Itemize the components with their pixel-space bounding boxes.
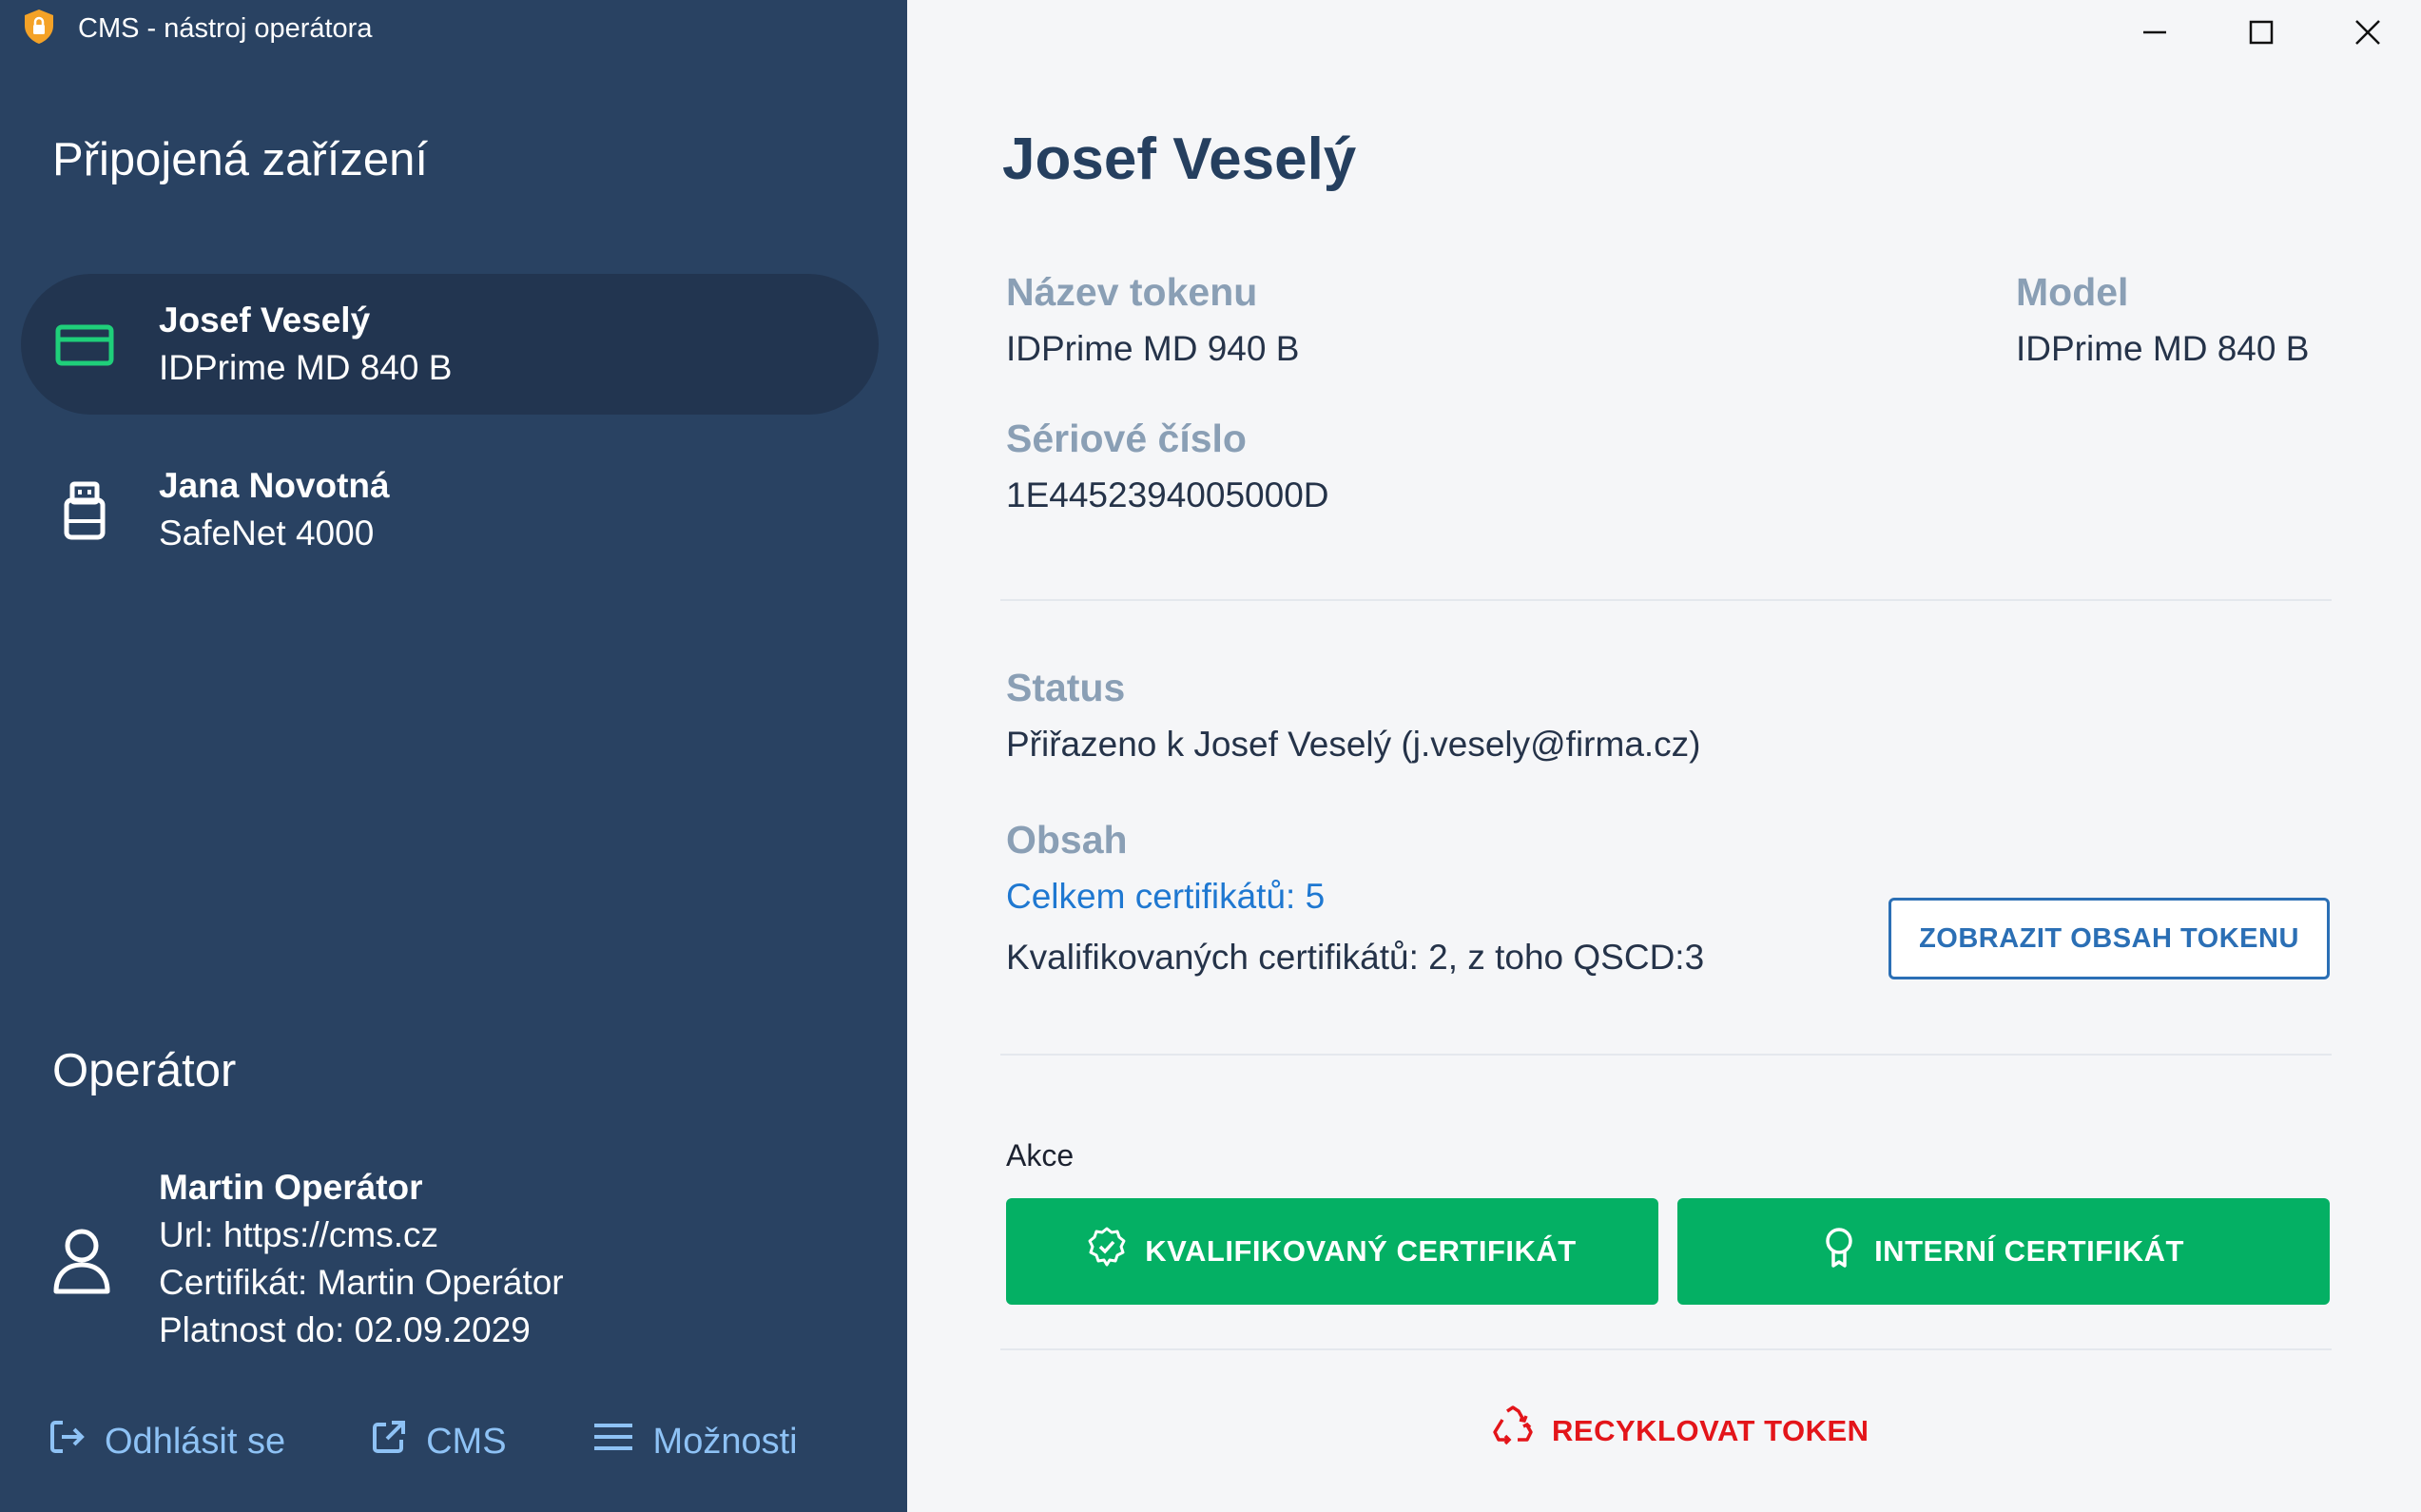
content-label: Obsah — [1006, 818, 1128, 862]
qualified-certificate-button[interactable]: KVALIFIKOVANÝ CERTIFIKÁT — [1006, 1198, 1658, 1305]
titlebar: CMS - nástroj operátora — [23, 9, 373, 49]
shield-lock-icon — [23, 9, 55, 49]
qualified-certificates-value: Kvalifikovaných certifikátů: 2, z toho Q… — [1006, 938, 1705, 977]
minimize-icon — [2142, 20, 2167, 49]
divider — [1000, 1348, 2332, 1350]
sidebar: CMS - nástroj operátora Připojená zaříze… — [0, 0, 907, 1512]
total-certificates-link[interactable]: Celkem certifikátů: 5 — [1006, 877, 1325, 917]
smart-card-icon — [51, 312, 118, 378]
maximize-icon — [2249, 20, 2274, 49]
device-model: IDPrime MD 840 B — [159, 348, 453, 387]
token-detail: Josef Veselý Název tokenu IDPrime MD 940… — [907, 0, 2421, 1512]
divider — [1000, 1054, 2332, 1056]
logout-icon — [49, 1419, 86, 1464]
recycle-icon — [1491, 1405, 1535, 1457]
serial-value: 1E4452394005000D — [1006, 475, 1329, 514]
operator-title: Operátor — [52, 1045, 237, 1096]
device-name: Josef Veselý — [159, 300, 371, 339]
recycle-token-label: RECYKLOVAT TOKEN — [1552, 1414, 1869, 1447]
window-controls — [2101, 0, 2421, 68]
device-item-jana[interactable]: Jana Novotná SafeNet 4000 — [21, 439, 879, 580]
operator-url: Url: https://cms.cz — [159, 1215, 438, 1254]
options-link[interactable]: Možnosti — [592, 1421, 798, 1463]
qualified-certificate-label: KVALIFIKOVANÝ CERTIFIKÁT — [1145, 1234, 1577, 1268]
device-model: SafeNet 4000 — [159, 514, 375, 552]
usb-token-icon — [51, 477, 118, 544]
close-icon — [2354, 19, 2381, 50]
divider — [1000, 599, 2332, 601]
token-name-value: IDPrime MD 940 B — [1006, 329, 1300, 368]
internal-certificate-label: INTERNÍ CERTIFIKÁT — [1874, 1234, 2184, 1268]
status-value: Přiřazeno k Josef Veselý (j.vesely@firma… — [1006, 725, 1701, 764]
maximize-button[interactable] — [2208, 0, 2314, 68]
serial-label: Sériové číslo — [1006, 417, 1247, 460]
menu-icon — [592, 1421, 634, 1463]
minimize-button[interactable] — [2101, 0, 2208, 68]
devices-title: Připojená zařízení — [52, 134, 428, 185]
cms-label: CMS — [426, 1421, 507, 1462]
award-badge-icon — [1088, 1227, 1126, 1276]
sidebar-footer: Odhlásit se CMS Možnosti — [49, 1419, 798, 1464]
device-item-josef[interactable]: Josef Veselý IDPrime MD 840 B — [21, 274, 879, 415]
operator-validity: Platnost do: 02.09.2029 — [159, 1310, 531, 1349]
show-token-content-button[interactable]: ZOBRAZIT OBSAH TOKENU — [1888, 898, 2330, 979]
device-name: Jana Novotná — [159, 466, 390, 505]
logout-label: Odhlásit se — [105, 1421, 286, 1462]
recycle-token-button[interactable]: RECYKLOVAT TOKEN — [1491, 1405, 1869, 1457]
internal-certificate-button[interactable]: INTERNÍ CERTIFIKÁT — [1677, 1198, 2330, 1305]
ribbon-icon — [1823, 1227, 1855, 1276]
operator-name: Martin Operátor — [159, 1168, 423, 1207]
window-title: CMS - nástroj operátora — [78, 12, 373, 44]
cms-link[interactable]: CMS — [371, 1419, 507, 1464]
actions-label: Akce — [1006, 1138, 1075, 1173]
model-value: IDPrime MD 840 B — [2016, 329, 2310, 368]
operator-panel: Martin Operátor Url: https://cms.cz Cert… — [0, 1160, 907, 1369]
options-label: Možnosti — [652, 1421, 798, 1462]
logout-link[interactable]: Odhlásit se — [49, 1419, 285, 1464]
operator-certificate: Certifikát: Martin Operátor — [159, 1263, 564, 1302]
holder-name: Josef Veselý — [1002, 126, 1357, 192]
user-icon — [51, 1227, 112, 1295]
close-button[interactable] — [2314, 0, 2421, 68]
token-name-label: Název tokenu — [1006, 270, 1258, 314]
external-link-icon — [371, 1419, 407, 1464]
status-label: Status — [1006, 666, 1126, 709]
model-label: Model — [2016, 270, 2129, 314]
